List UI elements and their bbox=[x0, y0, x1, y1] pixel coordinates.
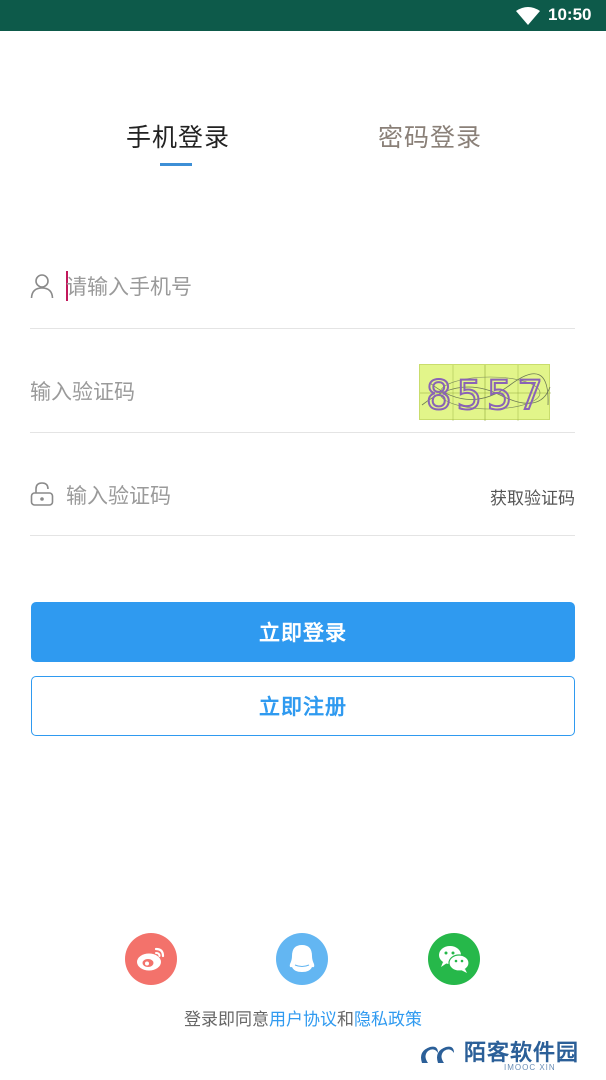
captcha-graphic: 8557 bbox=[420, 365, 551, 421]
user-icon bbox=[30, 274, 54, 299]
watermark: 陌客软件园 IMOOC XIN bbox=[418, 1035, 588, 1075]
agreement-prefix: 登录即同意 bbox=[184, 1010, 269, 1030]
watermark-logo bbox=[421, 1046, 454, 1063]
login-tabs: 手机登录 密码登录 bbox=[0, 118, 606, 178]
qq-login-button[interactable] bbox=[276, 933, 328, 985]
captcha-image[interactable]: 8557 bbox=[419, 364, 551, 421]
qq-icon bbox=[289, 945, 315, 972]
weibo-login-button[interactable] bbox=[125, 933, 177, 985]
user-agreement-link[interactable]: 用户协议 bbox=[269, 1010, 337, 1030]
captcha-text: 8557 bbox=[426, 373, 548, 419]
lock-icon bbox=[30, 482, 54, 506]
watermark-subtext: IMOOC XIN bbox=[504, 1063, 556, 1072]
register-button[interactable]: 立即注册 bbox=[31, 676, 575, 736]
wechat-icon bbox=[439, 946, 470, 973]
wifi-icon bbox=[516, 7, 540, 25]
captcha-field: 8557 bbox=[30, 362, 575, 433]
privacy-policy-link[interactable]: 隐私政策 bbox=[354, 1010, 422, 1030]
status-bar: 10:50 bbox=[0, 0, 606, 31]
phone-input[interactable] bbox=[66, 270, 466, 304]
sms-code-input[interactable] bbox=[66, 479, 426, 513]
tab-phone-login[interactable]: 手机登录 bbox=[126, 118, 230, 154]
captcha-input[interactable] bbox=[30, 375, 390, 409]
login-button[interactable]: 立即登录 bbox=[31, 602, 575, 662]
sms-code-field: 获取验证码 bbox=[30, 466, 575, 536]
weibo-icon bbox=[137, 947, 165, 971]
status-time: 10:50 bbox=[548, 5, 592, 24]
phone-field bbox=[30, 258, 575, 329]
wechat-login-button[interactable] bbox=[428, 933, 480, 985]
agreement-text: 登录即同意用户协议和隐私政策 bbox=[0, 1005, 606, 1030]
active-tab-indicator bbox=[160, 163, 192, 166]
agreement-and: 和 bbox=[337, 1010, 354, 1030]
tab-password-login[interactable]: 密码登录 bbox=[378, 118, 482, 154]
get-code-button[interactable]: 获取验证码 bbox=[490, 484, 575, 509]
